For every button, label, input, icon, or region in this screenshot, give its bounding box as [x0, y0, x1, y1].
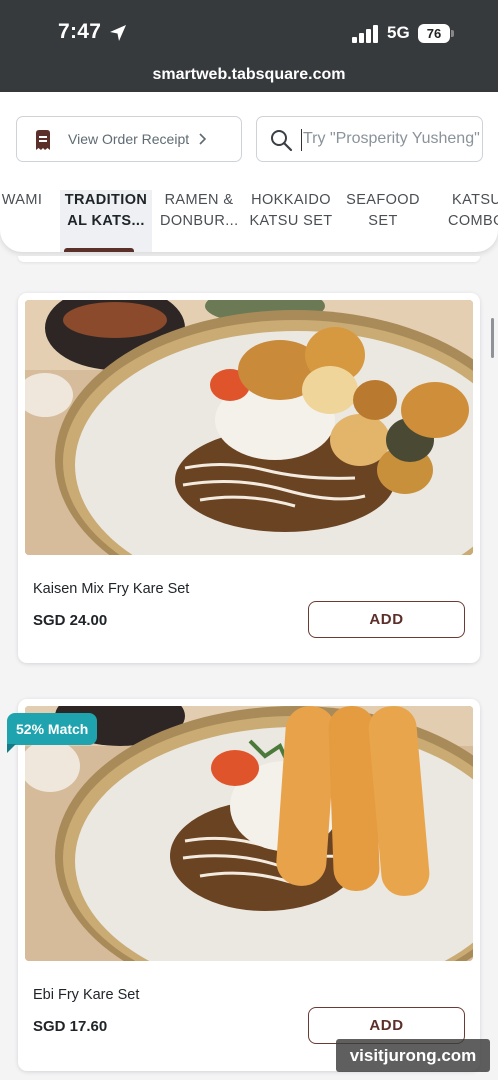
product-price: SGD 24.00 — [33, 612, 108, 629]
tab-wami[interactable]: WAMI — [0, 190, 48, 252]
tab-label: WAMI — [1, 192, 43, 208]
status-bar: 7:47 5G 76 — [0, 0, 498, 60]
signal-icon — [352, 25, 378, 43]
receipt-label: View Order Receipt — [68, 131, 190, 147]
active-tab-indicator — [64, 248, 134, 252]
product-price: SGD 17.60 — [33, 1018, 108, 1035]
view-order-receipt-button[interactable]: View Order Receipt — [16, 116, 242, 162]
tab-label: AL KATS... — [67, 213, 145, 229]
tab-seafood-set[interactable]: SEAFOOD SET — [344, 190, 422, 252]
location-arrow-icon — [110, 25, 126, 41]
previous-card-edge — [18, 256, 480, 262]
tab-traditional-katsu[interactable]: TRADITION AL KATS... — [60, 190, 152, 252]
menu-header: View Order Receipt WAMI TRADITION AL KAT… — [0, 92, 498, 252]
tab-katsu-combo[interactable]: KATSU COMBO — [440, 190, 498, 252]
tab-label: RAMEN & — [164, 192, 234, 208]
match-badge: 52% Match — [7, 713, 98, 745]
category-tabs: WAMI TRADITION AL KATS... RAMEN & DONBUR… — [0, 190, 498, 252]
product-name: Kaisen Mix Fry Kare Set — [33, 581, 190, 597]
tab-label: SET — [368, 213, 398, 229]
tab-label: TRADITION — [64, 192, 148, 208]
battery-level: 76 — [418, 24, 450, 43]
product-image[interactable] — [25, 300, 473, 555]
tab-label: SEAFOOD — [346, 192, 420, 208]
battery-icon: 76 — [418, 24, 454, 43]
product-card-ebi-fry[interactable]: Ebi Fry Kare Set SGD 17.60 ADD — [18, 699, 480, 1071]
url-bar[interactable]: smartweb.tabsquare.com — [0, 60, 498, 92]
tab-label: HOKKAIDO — [251, 192, 331, 208]
scrollbar[interactable] — [491, 318, 494, 358]
tab-label: KATSU — [452, 192, 498, 208]
search-icon — [271, 130, 293, 152]
add-button[interactable]: ADD — [308, 601, 465, 638]
search-input[interactable] — [303, 117, 482, 161]
search-box[interactable] — [256, 116, 483, 162]
chevron-right-icon — [199, 133, 207, 145]
tab-label: COMBO — [448, 213, 498, 229]
product-name: Ebi Fry Kare Set — [33, 987, 140, 1003]
status-time: 7:47 — [58, 20, 102, 43]
tab-hokkaido-katsu-set[interactable]: HOKKAIDO KATSU SET — [247, 190, 335, 252]
match-badge-tail — [7, 744, 16, 753]
tab-label: DONBUR... — [160, 213, 239, 229]
tab-ramen-donburi[interactable]: RAMEN & DONBUR... — [160, 190, 238, 252]
receipt-icon — [36, 130, 50, 150]
watermark: visitjurong.com — [336, 1039, 490, 1072]
product-card-kaisen-mix-fry[interactable]: Kaisen Mix Fry Kare Set SGD 24.00 ADD — [18, 293, 480, 663]
search-caret — [301, 129, 302, 151]
network-label: 5G — [387, 23, 410, 42]
tab-label: KATSU SET — [249, 213, 333, 229]
